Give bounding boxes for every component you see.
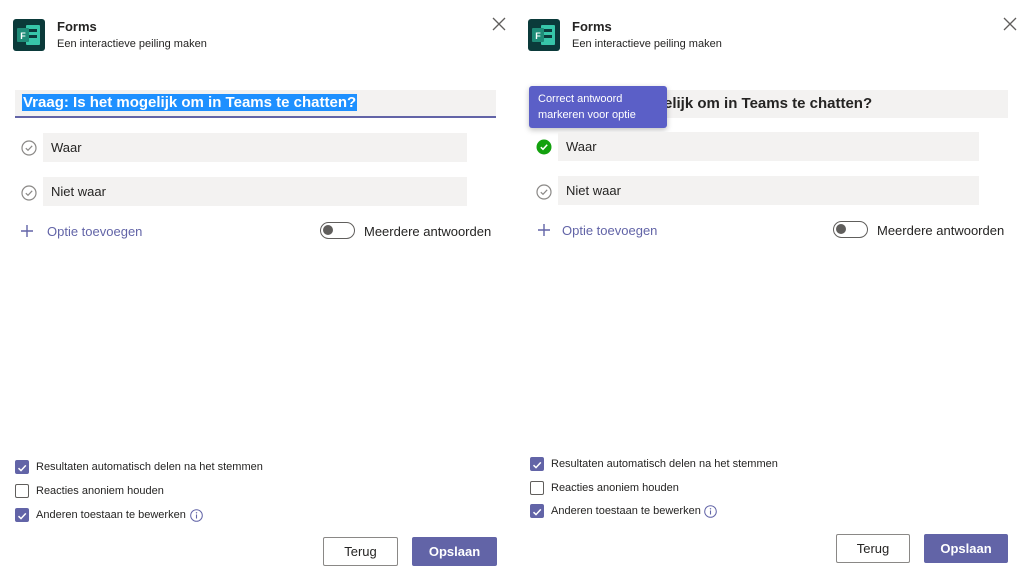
auto-share-results-checkbox[interactable] <box>530 457 544 471</box>
option-input[interactable]: Waar <box>558 132 979 161</box>
info-icon[interactable] <box>704 505 717 518</box>
multiple-answers-toggle[interactable] <box>320 222 355 239</box>
option-input[interactable]: Niet waar <box>43 177 467 206</box>
add-option-button[interactable]: Optie toevoegen <box>562 223 657 238</box>
plus-icon[interactable] <box>20 224 34 238</box>
question-text: elijk om in Teams te chatten? <box>664 95 873 112</box>
option-text: Waar <box>51 140 82 155</box>
anonymous-responses-checkbox[interactable] <box>15 484 29 498</box>
poll-panel-left: F Forms Een interactieve peiling maken V… <box>0 0 515 570</box>
svg-text:F: F <box>535 31 541 41</box>
allow-edit-checkbox[interactable] <box>15 508 29 522</box>
forms-app-icon: F <box>13 19 45 51</box>
option-text: Waar <box>566 139 597 154</box>
anonymous-responses-label: Reacties anoniem houden <box>551 482 679 494</box>
save-button[interactable]: Opslaan <box>924 534 1008 563</box>
plus-icon[interactable] <box>537 223 551 237</box>
svg-text:F: F <box>20 31 26 41</box>
back-button[interactable]: Terug <box>836 534 910 563</box>
multiple-answers-label: Meerdere antwoorden <box>877 223 1005 238</box>
mark-correct-icon[interactable] <box>21 185 37 201</box>
auto-share-results-label: Resultaten automatisch delen na het stem… <box>551 458 778 470</box>
close-icon[interactable] <box>491 16 507 32</box>
anonymous-responses-label: Reacties anoniem houden <box>36 485 164 497</box>
mark-correct-icon[interactable] <box>536 184 552 200</box>
allow-edit-checkbox[interactable] <box>530 504 544 518</box>
option-input[interactable]: Niet waar <box>558 176 979 205</box>
question-text: Vraag: Is het mogelijk om in Teams te ch… <box>22 94 358 111</box>
back-button[interactable]: Terug <box>323 537 398 566</box>
correct-answer-check-icon[interactable] <box>536 139 552 155</box>
info-icon[interactable] <box>190 509 203 522</box>
checkmark-icon <box>532 461 542 469</box>
checkmark-icon <box>17 464 27 472</box>
anonymous-responses-checkbox[interactable] <box>530 481 544 495</box>
checkmark-icon <box>17 512 27 520</box>
app-title: Forms <box>57 19 97 34</box>
option-text: Niet waar <box>566 183 621 198</box>
allow-edit-label: Anderen toestaan te bewerken <box>551 505 701 517</box>
add-option-button[interactable]: Optie toevoegen <box>47 224 142 239</box>
mark-correct-icon[interactable] <box>21 140 37 156</box>
auto-share-results-checkbox[interactable] <box>15 460 29 474</box>
close-icon[interactable] <box>1002 16 1018 32</box>
option-text: Niet waar <box>51 184 106 199</box>
multiple-answers-label: Meerdere antwoorden <box>364 224 492 239</box>
tooltip: Correct antwoord markeren voor optie <box>529 86 667 128</box>
app-subtitle: Een interactieve peiling maken <box>572 38 722 50</box>
multiple-answers-toggle[interactable] <box>833 221 868 238</box>
app-subtitle: Een interactieve peiling maken <box>57 38 207 50</box>
app-title: Forms <box>572 19 612 34</box>
question-input[interactable]: Vraag: Is het mogelijk om in Teams te ch… <box>15 90 496 118</box>
forms-app-icon: F <box>528 19 560 51</box>
toggle-knob <box>323 225 333 235</box>
poll-panel-right: F Forms Een interactieve peiling maken e… <box>515 0 1024 570</box>
allow-edit-label: Anderen toestaan te bewerken <box>36 509 186 521</box>
save-button[interactable]: Opslaan <box>412 537 497 566</box>
toggle-knob <box>836 224 846 234</box>
auto-share-results-label: Resultaten automatisch delen na het stem… <box>36 461 263 473</box>
checkmark-icon <box>532 508 542 516</box>
option-input[interactable]: Waar <box>43 133 467 162</box>
